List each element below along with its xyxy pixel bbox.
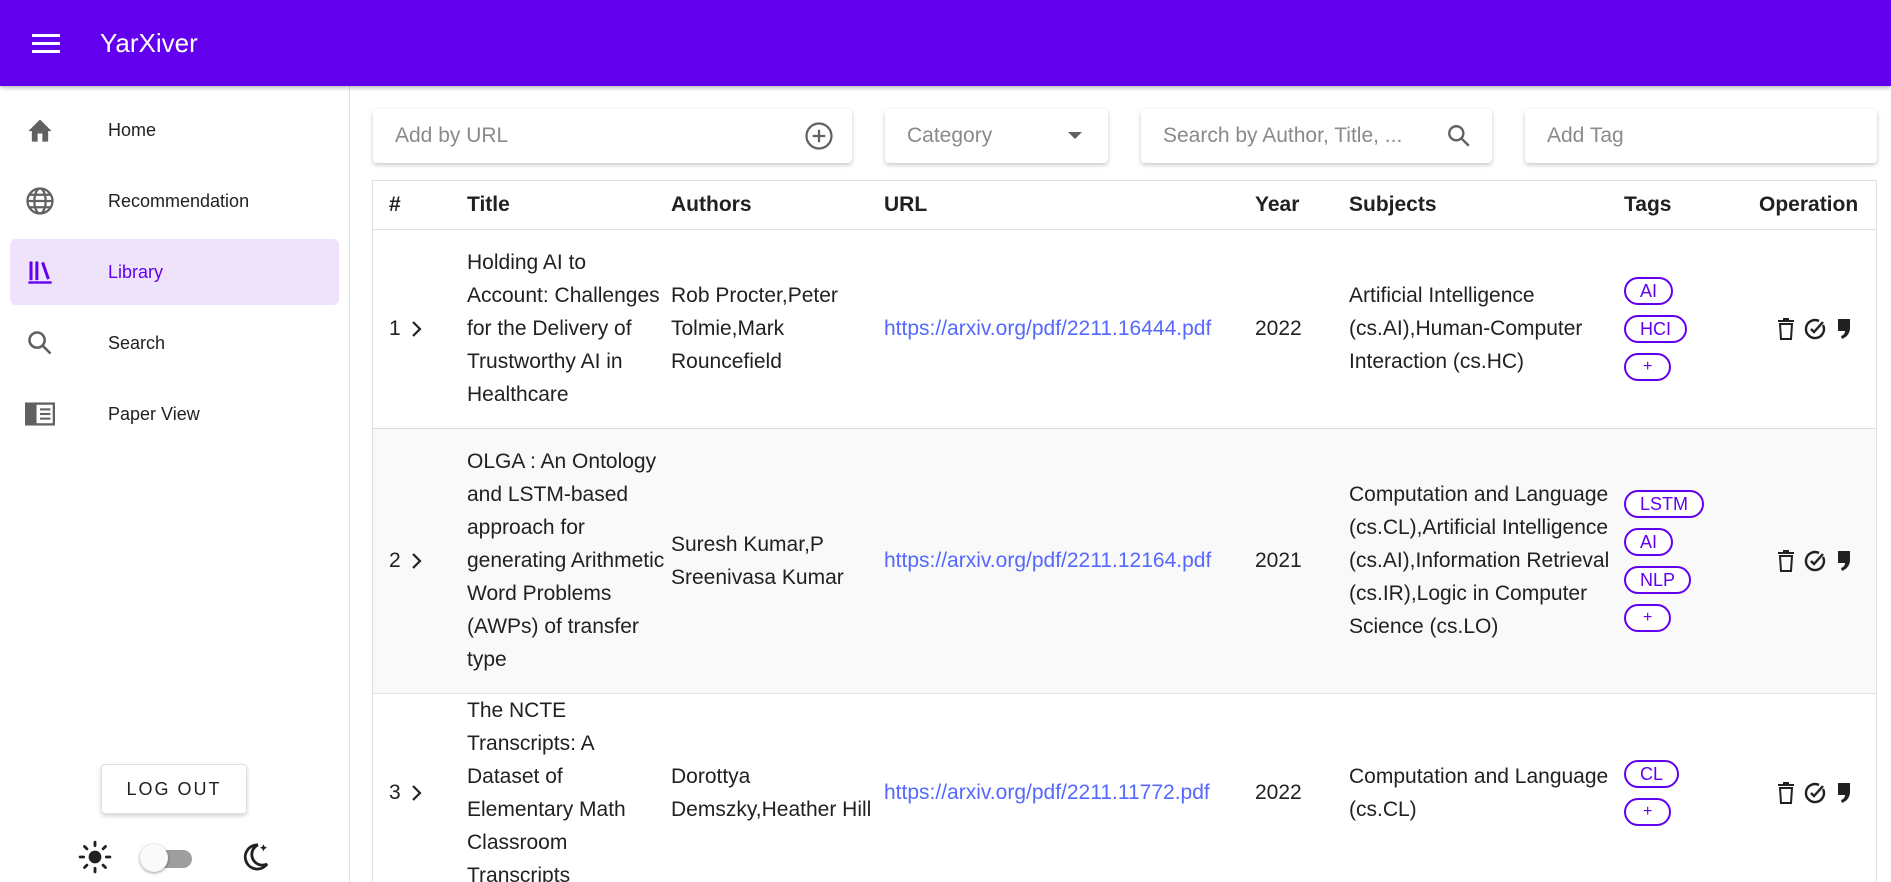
mark-read-icon[interactable] [1802,316,1828,342]
expand-chevron-icon[interactable] [411,320,467,338]
column-header-operation: Operation [1759,181,1876,230]
add-tag-input[interactable] [1547,124,1877,148]
expand-chevron-icon[interactable] [411,784,467,802]
app-title: YarXiver [100,27,198,58]
paper-year: 2021 [1255,428,1349,694]
table-row: 1 Holding AI to Account: Challenges for … [373,229,1876,429]
paper-subjects: Artificial Intelligence (cs.AI),Human-Co… [1349,229,1624,429]
paper-url-link[interactable]: https://arxiv.org/pdf/2211.16444.pdf [884,317,1211,340]
tag-chip[interactable]: HCI [1624,314,1687,343]
logout-button[interactable]: LOG OUT [101,764,247,814]
add-tag-button[interactable]: + [1624,603,1672,632]
library-icon [20,252,60,292]
paper-url-link[interactable]: https://arxiv.org/pdf/2211.12164.pdf [884,549,1211,572]
menu-icon[interactable] [20,17,72,69]
sidebar-item-label: Library [108,261,164,282]
tag-chip[interactable]: LSTM [1624,489,1705,518]
row-number: 1 [373,229,411,429]
paper-subjects: Computation and Language (cs.CL) [1349,693,1624,882]
tag-chip[interactable]: NLP [1624,565,1692,594]
mark-read-icon[interactable] [1802,548,1828,574]
expand-chevron-icon[interactable] [411,552,467,570]
column-header-number: # [373,181,411,230]
sidebar-item-label: Recommendation [108,190,250,211]
delete-icon[interactable] [1773,548,1799,574]
sidebar-item-home[interactable]: Home [10,97,339,163]
mark-read-icon[interactable] [1802,780,1828,806]
toggle-thumb [140,844,168,872]
row-operations [1759,780,1876,806]
add-tag-button[interactable]: + [1624,352,1672,381]
paper-title: The NCTE Transcripts: A Dataset of Eleme… [467,693,671,882]
column-header-authors[interactable]: Authors [671,181,884,230]
table-row: 2 OLGA : An Ontology and LSTM-based appr… [373,428,1876,694]
tag-list: LSTM AI NLP + [1624,489,1759,632]
quote-icon[interactable] [1831,316,1857,342]
paper-authors: Suresh Kumar,P Sreenivasa Kumar [671,428,884,694]
table-row: 3 The NCTE Transcripts: A Dataset of Ele… [373,693,1876,882]
globe-icon [20,181,60,221]
quote-icon[interactable] [1831,548,1857,574]
delete-icon[interactable] [1773,316,1799,342]
category-select-value: Category [907,124,993,147]
theme-switcher [78,834,278,874]
paper-subjects: Computation and Language (cs.CL),Artific… [1349,428,1624,694]
column-header-subjects[interactable]: Subjects [1349,181,1624,230]
column-header-year[interactable]: Year [1255,181,1349,230]
add-url-field [373,109,852,163]
sidebar: Home Recommendation Library Search Paper… [0,86,350,882]
sidebar-item-paper-view[interactable]: Paper View [10,381,339,447]
dark-mode-toggle[interactable] [140,842,200,872]
tag-list: AI HCI + [1624,276,1759,381]
sidebar-item-label: Home [108,119,157,140]
sidebar-item-search[interactable]: Search [10,310,339,376]
tag-chip[interactable]: AI [1624,276,1674,305]
table-header-row: # Title Authors URL Year Subjects Tags O… [373,181,1876,230]
search-field [1141,109,1492,163]
column-header-title[interactable]: Title [467,181,671,230]
add-url-input[interactable] [395,124,802,148]
papers-table: # Title Authors URL Year Subjects Tags O… [372,180,1877,882]
home-icon [20,110,60,150]
sidebar-item-recommendation[interactable]: Recommendation [10,168,339,234]
paper-year: 2022 [1255,693,1349,882]
sidebar-item-label: Paper View [108,403,200,424]
moon-icon [238,840,272,874]
add-tag-button[interactable]: + [1624,797,1672,826]
row-number: 2 [373,428,411,694]
sidebar-item-library[interactable]: Library [10,239,339,305]
tag-chip[interactable]: CL [1624,759,1680,788]
tag-list: CL + [1624,759,1759,826]
paper-view-icon [20,394,60,434]
tag-chip[interactable]: AI [1624,527,1674,556]
column-header-tags: Tags [1624,181,1759,230]
category-select[interactable]: Category [885,109,1108,163]
sidebar-item-label: Search [108,332,166,353]
paper-url-link[interactable]: https://arxiv.org/pdf/2211.11772.pdf [884,781,1210,804]
search-input[interactable] [1163,124,1442,148]
app-bar: YarXiver [0,0,1891,86]
search-icon [20,323,60,363]
column-header-expand [411,181,467,230]
paper-title: Holding AI to Account: Challenges for th… [467,229,671,429]
row-operations [1759,316,1876,342]
chevron-down-icon [1058,119,1092,153]
row-operations [1759,548,1876,574]
add-circle-icon[interactable] [802,119,836,153]
row-number: 3 [373,693,411,882]
paper-authors: Dorottya Demszky,Heather Hill [671,693,884,882]
sun-icon [78,840,112,874]
delete-icon[interactable] [1773,780,1799,806]
search-icon[interactable] [1442,119,1476,153]
paper-authors: Rob Procter,Peter Tolmie,Mark Rouncefiel… [671,229,884,429]
quote-icon[interactable] [1831,780,1857,806]
paper-year: 2022 [1255,229,1349,429]
paper-title: OLGA : An Ontology and LSTM-based approa… [467,428,671,694]
column-header-url[interactable]: URL [884,181,1255,230]
add-tag-field [1525,109,1877,163]
